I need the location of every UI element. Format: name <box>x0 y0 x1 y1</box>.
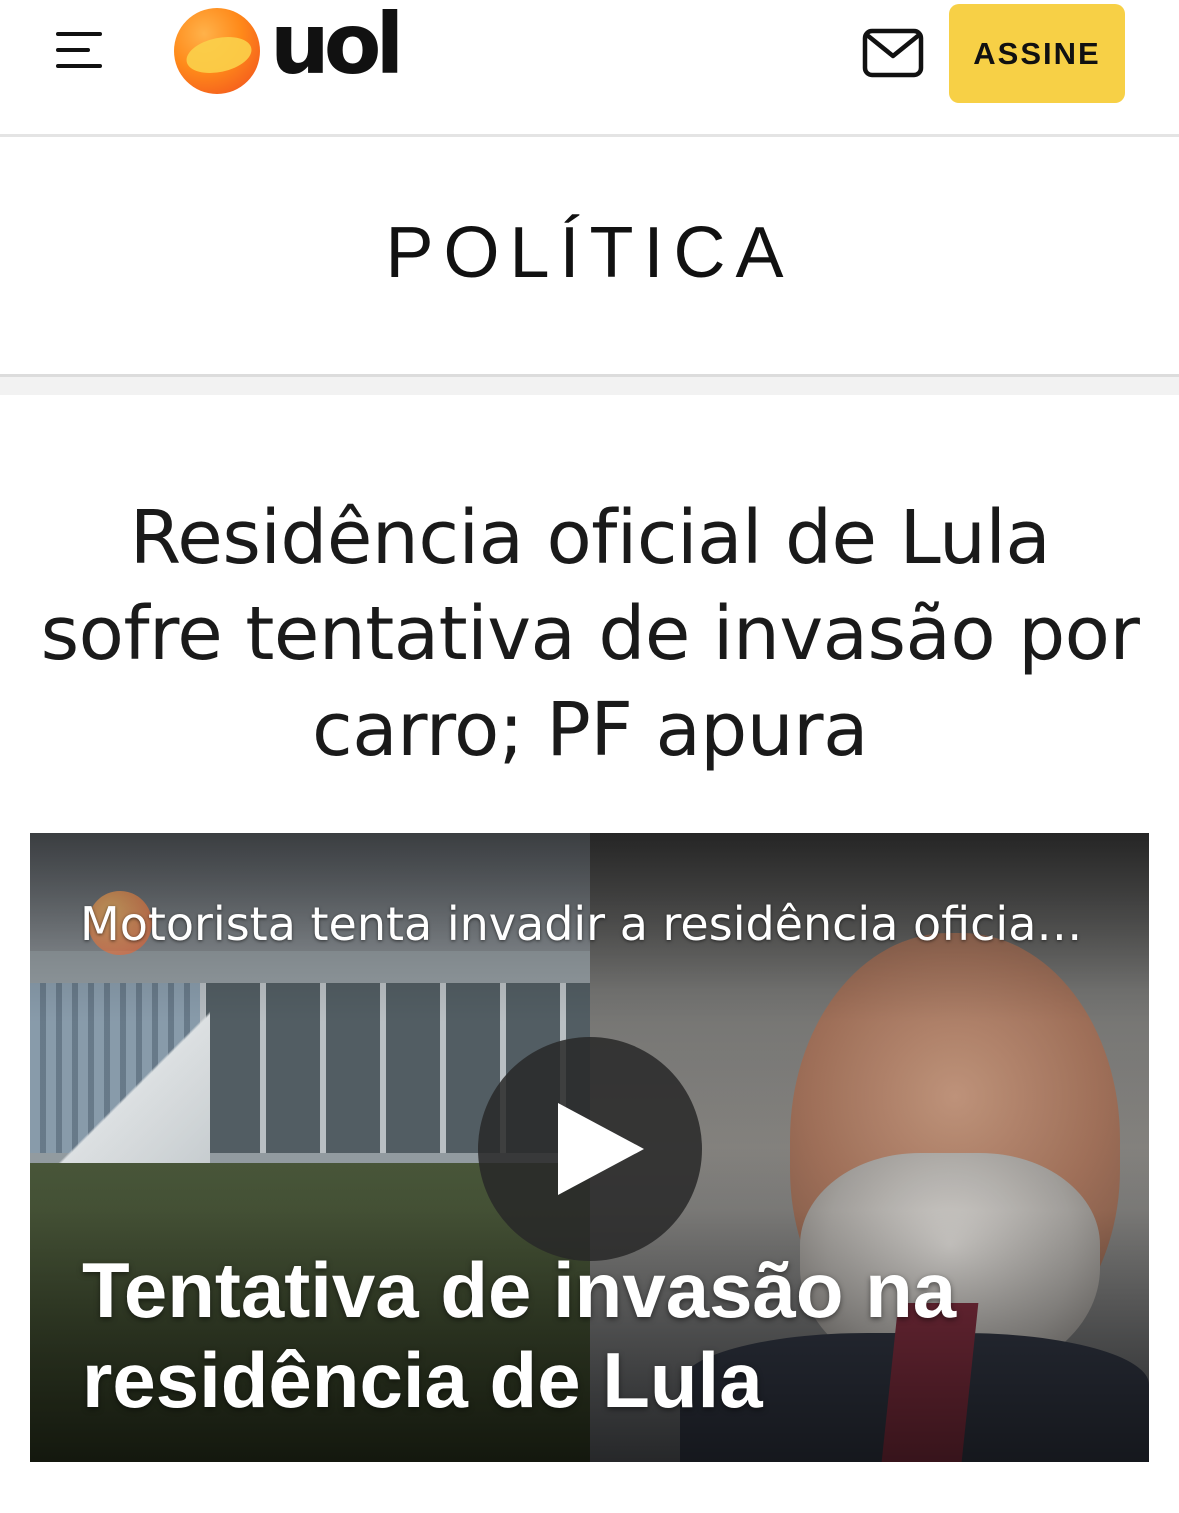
uol-logo-text: uol <box>270 0 404 93</box>
hamburger-menu-icon[interactable] <box>56 28 106 72</box>
mail-icon[interactable] <box>862 28 924 78</box>
subscribe-button[interactable]: ASSINE <box>949 4 1125 103</box>
video-caption: Tentativa de invasão na residência de Lu… <box>82 1246 957 1424</box>
top-bar: uol ASSINE <box>0 0 1179 137</box>
video-title[interactable]: Motorista tenta invadir a residência ofi… <box>80 897 1120 951</box>
section-title[interactable]: POLÍTICA <box>0 212 1179 294</box>
uol-logo[interactable]: uol <box>174 2 414 98</box>
section-divider <box>0 374 1179 395</box>
article-headline: Residência oficial de Lula sofre tentati… <box>40 495 1140 773</box>
video-player[interactable]: Motorista tenta invadir a residência ofi… <box>30 833 1149 1462</box>
play-icon[interactable] <box>478 1037 702 1261</box>
uol-logo-ball-icon <box>174 8 260 94</box>
